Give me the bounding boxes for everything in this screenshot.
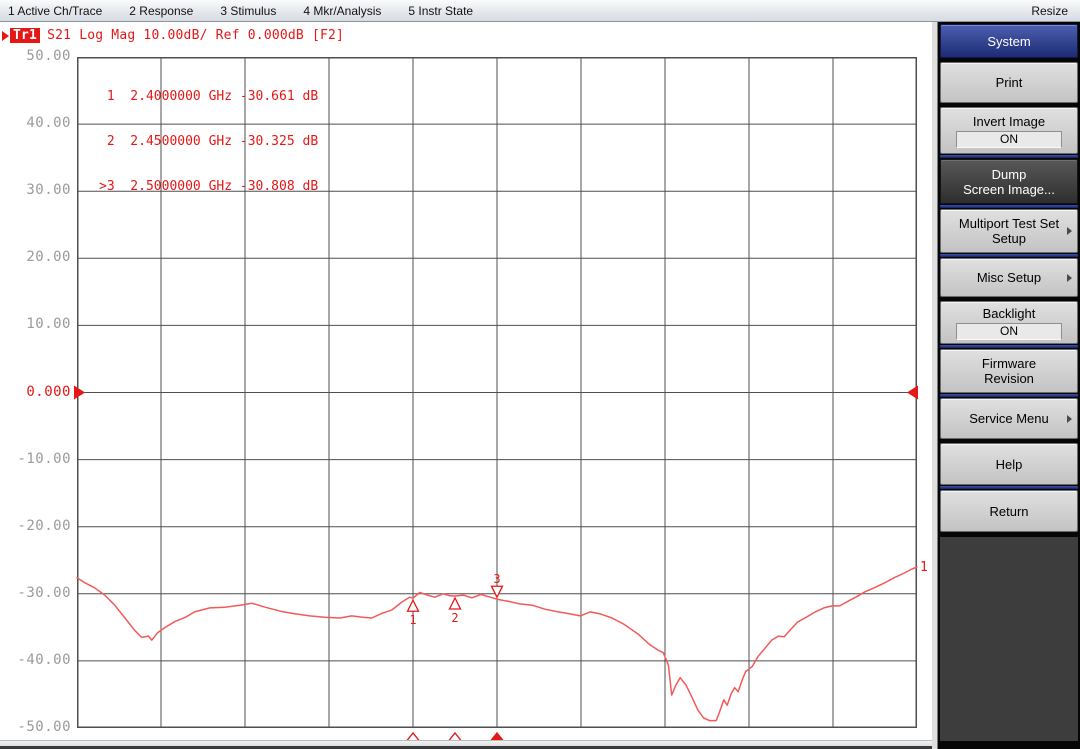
softkey-sidebar: System Print Invert Image ON Dump Screen… — [932, 22, 1080, 749]
y-axis-tick: 10.00 — [0, 316, 71, 332]
softkey-help[interactable]: Help — [940, 443, 1078, 485]
softkey-separator — [940, 155, 1078, 158]
submenu-arrow-icon — [1067, 274, 1072, 282]
y-axis-tick: 40.00 — [0, 115, 71, 131]
menu-active-ch-trace[interactable]: 1 Active Ch/Trace — [8, 4, 102, 18]
softkey-separator — [940, 254, 1078, 257]
sidebar-filler — [940, 537, 1078, 741]
y-axis-tick: -40.00 — [0, 652, 71, 668]
svg-text:2: 2 — [451, 611, 458, 625]
y-axis-tick: 50.00 — [0, 48, 71, 64]
softkey-menu-title: System — [940, 24, 1078, 58]
y-axis-tick: 20.00 — [0, 249, 71, 265]
softkey-menu-title-label: System — [987, 34, 1030, 49]
y-axis-tick: -30.00 — [0, 585, 71, 601]
softkey-dump-line1: Dump — [992, 167, 1027, 182]
softkey-backlight[interactable]: Backlight ON — [940, 301, 1078, 344]
plot-svg: 1123 — [77, 57, 917, 748]
softkey-firmware-line1: Firmware — [982, 356, 1036, 371]
softkey-firmware-revision[interactable]: Firmware Revision — [940, 349, 1078, 393]
softkey-return[interactable]: Return — [940, 490, 1078, 532]
menu-mkr-analysis[interactable]: 4 Mkr/Analysis — [303, 4, 381, 18]
softkey-firmware-line2: Revision — [984, 371, 1034, 386]
sidebar-gutter[interactable] — [932, 22, 938, 749]
active-trace-arrow-icon — [2, 31, 9, 41]
vna-screen: 1 Active Ch/Trace 2 Response 3 Stimulus … — [0, 0, 1080, 749]
backlight-state: ON — [956, 323, 1062, 340]
menu-instr-state[interactable]: 5 Instr State — [408, 4, 473, 18]
softkey-dump-line2: Screen Image... — [963, 182, 1055, 197]
menu-stimulus[interactable]: 3 Stimulus — [220, 4, 276, 18]
y-axis-tick: 30.00 — [0, 182, 71, 198]
softkey-misc-setup[interactable]: Misc Setup — [940, 258, 1078, 297]
softkey-multiport-line2: Setup — [992, 231, 1026, 246]
softkey-separator — [940, 486, 1078, 489]
softkey-stack: System Print Invert Image ON Dump Screen… — [940, 24, 1078, 536]
svg-text:3: 3 — [493, 572, 500, 586]
marker-symbol-2: 2 — [450, 598, 461, 625]
trace-format-text: S21 Log Mag 10.00dB/ Ref 0.000dB [F2] — [47, 28, 344, 43]
softkey-print[interactable]: Print — [940, 62, 1078, 103]
softkey-backlight-label: Backlight — [983, 306, 1036, 321]
softkey-invert-image-label: Invert Image — [973, 114, 1045, 129]
softkey-invert-image[interactable]: Invert Image ON — [940, 107, 1078, 154]
trace-badge[interactable]: Tr1 — [10, 28, 40, 43]
y-axis-tick: 0.000 — [0, 384, 71, 400]
y-axis-tick: -50.00 — [0, 719, 71, 735]
y-axis-tick: -20.00 — [0, 518, 71, 534]
graph-pane: Tr1 S21 Log Mag 10.00dB/ Ref 0.000dB [F2… — [0, 22, 932, 740]
ref-level-arrow-right-icon — [907, 386, 918, 400]
submenu-arrow-icon — [1067, 227, 1072, 235]
menu-bar: 1 Active Ch/Trace 2 Response 3 Stimulus … — [0, 0, 1080, 22]
ref-level-arrow-left-icon — [74, 386, 85, 400]
menu-response[interactable]: 2 Response — [129, 4, 193, 18]
softkey-multiport-test-set-setup[interactable]: Multiport Test Set Setup — [940, 209, 1078, 253]
marker-symbol-1: 1 — [408, 600, 419, 627]
svg-text:1: 1 — [409, 613, 416, 627]
softkey-multiport-line1: Multiport Test Set — [959, 216, 1059, 231]
y-axis-tick: -10.00 — [0, 451, 71, 467]
softkey-return-label: Return — [989, 504, 1028, 519]
trace-status-line: Tr1 S21 Log Mag 10.00dB/ Ref 0.000dB [F2… — [2, 27, 344, 44]
submenu-arrow-icon — [1067, 415, 1072, 423]
softkey-separator — [940, 394, 1078, 397]
softkey-separator — [940, 345, 1078, 348]
softkey-service-menu-label: Service Menu — [969, 411, 1048, 426]
softkey-print-label: Print — [996, 75, 1023, 90]
trace-number-label: 1 — [920, 560, 928, 575]
softkey-help-label: Help — [996, 457, 1023, 472]
menu-resize[interactable]: Resize — [1031, 4, 1068, 18]
softkey-service-menu[interactable]: Service Menu — [940, 398, 1078, 439]
softkey-dump-screen-image[interactable]: Dump Screen Image... — [940, 159, 1078, 204]
invert-image-state: ON — [956, 131, 1062, 148]
softkey-misc-setup-label: Misc Setup — [977, 270, 1041, 285]
softkey-separator — [940, 205, 1078, 208]
